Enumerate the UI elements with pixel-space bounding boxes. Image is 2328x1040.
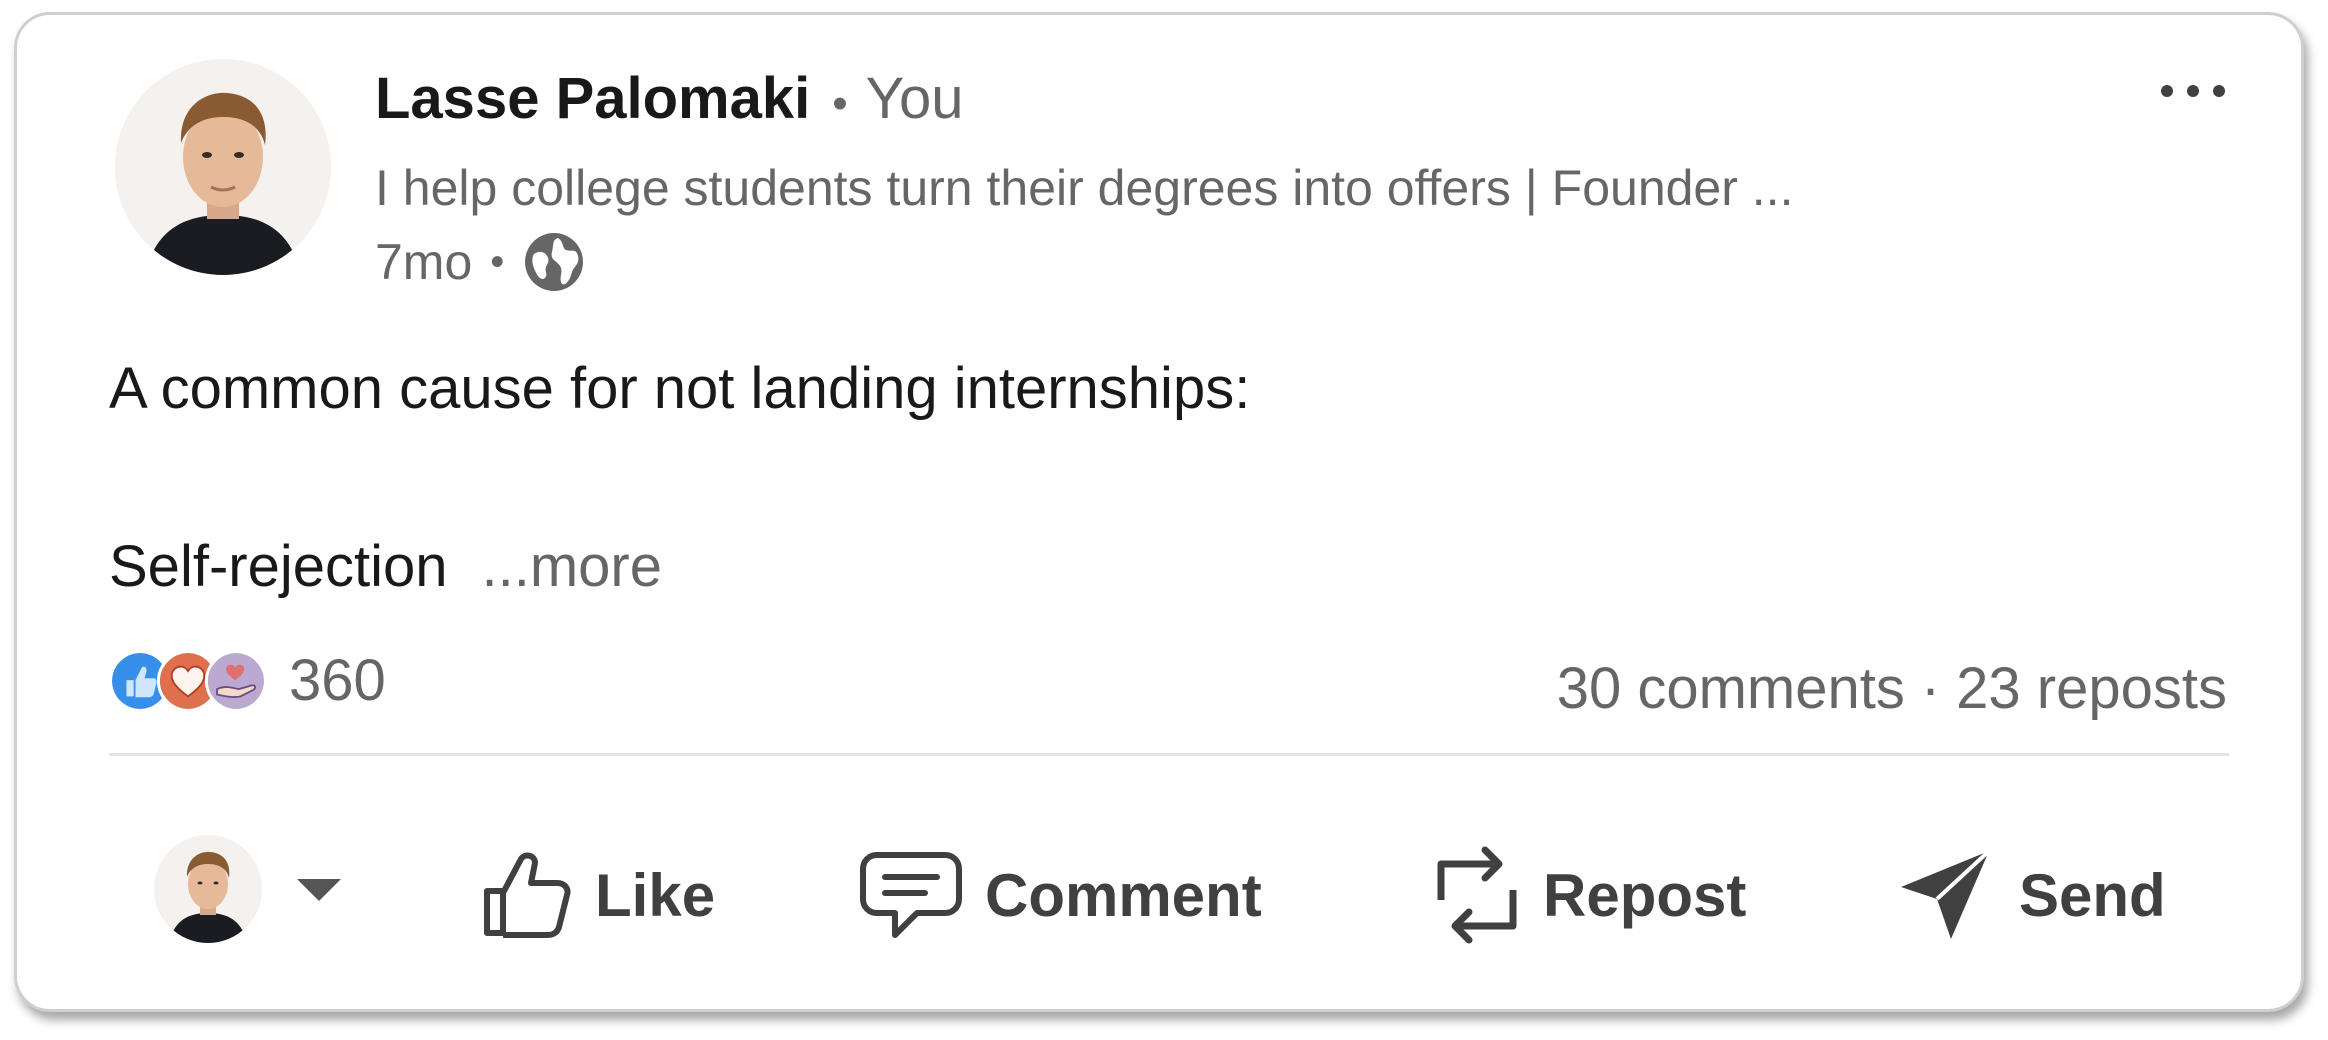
name-separator-dot: • [832, 79, 848, 128]
post-time[interactable]: 7mo [375, 233, 472, 291]
thumbs-up-icon [484, 852, 571, 938]
reaction-count[interactable]: 360 [289, 647, 386, 714]
send-label: Send [2019, 861, 2166, 929]
globe-icon [525, 233, 584, 291]
actor-avatar[interactable] [154, 835, 262, 943]
post-card: Lasse Palomaki • You I help college stud… [14, 12, 2304, 1012]
engagement-stats: 30 comments · 23 reposts [1557, 655, 2227, 722]
author-name-row: Lasse Palomaki • You [375, 65, 964, 132]
like-label: Like [595, 861, 716, 929]
meta-separator-dot: • [490, 239, 505, 284]
action-bar: Like Comment Repost Send [17, 835, 2301, 955]
repost-label: Repost [1543, 861, 1747, 929]
actor-photo-icon [154, 835, 262, 943]
post-body-line-1: A common cause for not landing internshi… [109, 356, 1251, 421]
post-meta: 7mo • [375, 230, 586, 294]
author-photo-icon [115, 59, 331, 275]
comment-icon [860, 852, 962, 938]
like-button[interactable]: Like [481, 835, 715, 955]
repost-button[interactable]: Repost [1433, 835, 1746, 955]
more-options-icon[interactable] [2153, 71, 2233, 111]
divider [109, 753, 2229, 756]
author-headline: I help college students turn their degre… [375, 160, 1794, 216]
post-body-text: Self-rejection [109, 534, 448, 599]
author-name[interactable]: Lasse Palomaki [375, 65, 810, 132]
send-button[interactable]: Send [1897, 835, 2166, 955]
comment-button[interactable]: Comment [859, 835, 1262, 955]
reposts-count[interactable]: 23 reposts [1956, 656, 2227, 721]
send-icon [1901, 849, 1991, 939]
chevron-down-icon[interactable] [297, 879, 341, 901]
post-body-line-2: Self-rejection ...more [109, 533, 662, 600]
comments-count[interactable]: 30 comments [1557, 656, 1905, 721]
author-avatar[interactable] [115, 59, 331, 275]
author-relation: You [865, 66, 964, 131]
repost-icon [1437, 846, 1517, 944]
support-reaction-icon [205, 649, 267, 712]
reactions-summary[interactable]: 360 [109, 647, 386, 714]
comment-label: Comment [985, 861, 1262, 929]
stats-separator: · [1920, 656, 1941, 721]
see-more-link[interactable]: ...more [481, 534, 662, 599]
